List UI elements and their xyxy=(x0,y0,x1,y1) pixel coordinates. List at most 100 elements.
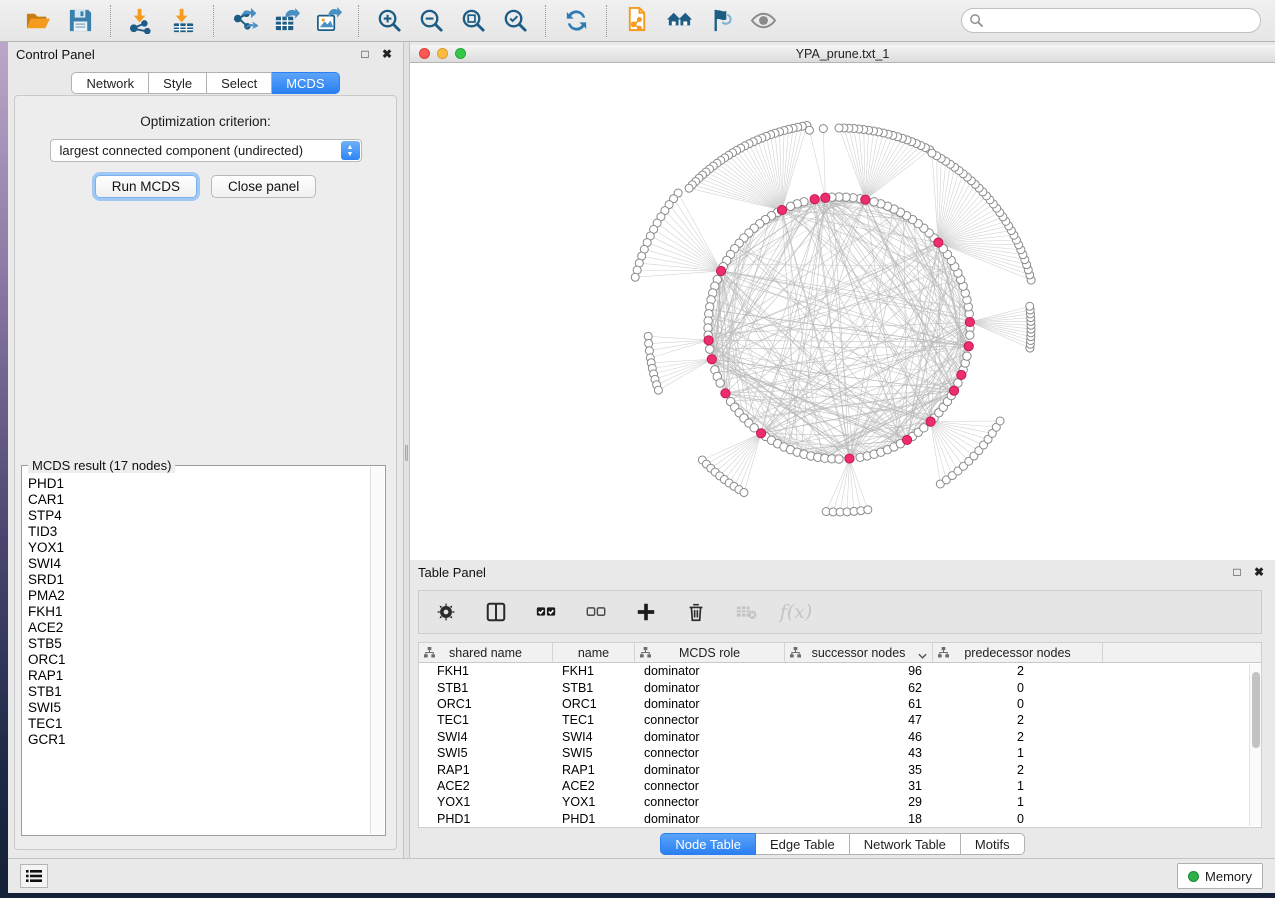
table-row[interactable]: SWI5SWI5connector431 xyxy=(419,745,1261,761)
float-table-panel-icon[interactable]: □ xyxy=(1229,564,1245,580)
cell-mcds_role[interactable]: dominator xyxy=(635,696,785,712)
network-node[interactable] xyxy=(805,126,813,134)
cell-name[interactable]: SWI4 xyxy=(553,729,635,745)
cell-predecessor_nodes[interactable]: 0 xyxy=(933,696,1103,712)
table-row[interactable]: PHD1PHD1dominator180 xyxy=(419,811,1261,827)
network-node[interactable] xyxy=(835,124,843,132)
tab-edge-table[interactable]: Edge Table xyxy=(756,833,850,855)
cell-name[interactable]: YOX1 xyxy=(553,794,635,810)
criterion-select[interactable]: largest connected component (undirected)… xyxy=(50,139,362,162)
mcds-hub-node[interactable] xyxy=(934,238,943,247)
cell-shared_name[interactable]: YOX1 xyxy=(419,794,553,810)
cell-successor_nodes[interactable]: 43 xyxy=(785,745,933,761)
memory-button[interactable]: Memory xyxy=(1177,863,1263,889)
table-row[interactable]: RAP1RAP1dominator352 xyxy=(419,761,1261,777)
mcds-result-item[interactable]: PHD1 xyxy=(28,476,369,492)
splitter-grip-icon[interactable] xyxy=(405,445,408,461)
cell-successor_nodes[interactable]: 62 xyxy=(785,679,933,695)
mcds-result-item[interactable]: GCR1 xyxy=(28,732,369,748)
cell-successor_nodes[interactable]: 96 xyxy=(785,663,933,679)
mcds-result-item[interactable]: STP4 xyxy=(28,508,369,524)
mcds-result-item[interactable]: SWI5 xyxy=(28,700,369,716)
houses-icon[interactable] xyxy=(661,4,697,38)
mcds-hub-node[interactable] xyxy=(777,205,786,214)
deselect-all-checkboxes-icon[interactable] xyxy=(581,597,611,627)
cell-predecessor_nodes[interactable]: 1 xyxy=(933,745,1103,761)
network-node[interactable] xyxy=(706,345,714,353)
cell-mcds_role[interactable]: dominator xyxy=(635,729,785,745)
cell-name[interactable]: SWI5 xyxy=(553,745,635,761)
open-session-icon[interactable] xyxy=(20,4,56,38)
table-row[interactable]: ORC1ORC1dominator610 xyxy=(419,696,1261,712)
table-row[interactable]: STB1STB1dominator620 xyxy=(419,679,1261,695)
cell-predecessor_nodes[interactable]: 2 xyxy=(933,729,1103,745)
mcds-hub-node[interactable] xyxy=(949,386,958,395)
cell-mcds_role[interactable]: dominator xyxy=(635,811,785,827)
column-header-predecessor-nodes[interactable]: predecessor nodes xyxy=(933,643,1103,662)
mcds-hub-node[interactable] xyxy=(845,454,854,463)
cell-name[interactable]: ORC1 xyxy=(553,696,635,712)
mcds-result-item[interactable]: PMA2 xyxy=(28,588,369,604)
network-search-input[interactable] xyxy=(961,8,1261,33)
mcds-result-item[interactable]: STB5 xyxy=(28,636,369,652)
cell-name[interactable]: PHD1 xyxy=(553,811,635,827)
table-vertical-scrollbar[interactable] xyxy=(1249,664,1261,826)
export-image-icon[interactable] xyxy=(310,4,346,38)
import-network-icon[interactable] xyxy=(123,4,159,38)
flag-icon[interactable] xyxy=(703,4,739,38)
network-node[interactable] xyxy=(864,506,872,514)
cell-name[interactable]: ACE2 xyxy=(553,778,635,794)
network-canvas[interactable] xyxy=(410,63,1275,560)
network-node[interactable] xyxy=(631,273,639,281)
cell-shared_name[interactable]: FKH1 xyxy=(419,663,553,679)
network-node[interactable] xyxy=(716,379,724,387)
mcds-hub-node[interactable] xyxy=(965,317,974,326)
network-node[interactable] xyxy=(996,417,1004,425)
mcds-result-item[interactable]: RAP1 xyxy=(28,668,369,684)
cell-mcds_role[interactable]: dominator xyxy=(635,761,785,777)
close-panel-button[interactable]: Close panel xyxy=(211,175,316,198)
zoom-selected-icon[interactable] xyxy=(497,4,533,38)
table-row[interactable]: YOX1YOX1connector291 xyxy=(419,794,1261,810)
mcds-hub-node[interactable] xyxy=(821,193,830,202)
cell-shared_name[interactable]: TEC1 xyxy=(419,712,553,728)
close-table-panel-icon[interactable]: ✖ xyxy=(1251,564,1267,580)
mcds-hub-node[interactable] xyxy=(756,429,765,438)
mcds-result-item[interactable]: ORC1 xyxy=(28,652,369,668)
cell-mcds_role[interactable]: connector xyxy=(635,794,785,810)
mcds-result-item[interactable]: YOX1 xyxy=(28,540,369,556)
cell-predecessor_nodes[interactable]: 0 xyxy=(933,679,1103,695)
zoom-fit-icon[interactable] xyxy=(455,4,491,38)
cell-mcds_role[interactable]: connector xyxy=(635,712,785,728)
new-network-from-selection-icon[interactable] xyxy=(619,4,655,38)
mcds-result-item[interactable]: STB1 xyxy=(28,684,369,700)
mcds-result-scrollbar[interactable] xyxy=(370,467,384,834)
columns-icon[interactable] xyxy=(481,597,511,627)
zoom-in-icon[interactable] xyxy=(371,4,407,38)
tab-network-table[interactable]: Network Table xyxy=(850,833,961,855)
mcds-hub-node[interactable] xyxy=(716,266,725,275)
close-panel-icon[interactable]: ✖ xyxy=(379,46,395,62)
network-node[interactable] xyxy=(654,386,662,394)
mcds-hub-node[interactable] xyxy=(957,370,966,379)
tab-node-table[interactable]: Node Table xyxy=(660,833,756,855)
network-node[interactable] xyxy=(819,125,827,133)
network-node[interactable] xyxy=(786,202,794,210)
tab-motifs[interactable]: Motifs xyxy=(961,833,1025,855)
column-header-successor-nodes[interactable]: successor nodes xyxy=(785,643,933,662)
cell-name[interactable]: STB1 xyxy=(553,679,635,695)
gear-icon[interactable] xyxy=(431,597,461,627)
cell-name[interactable]: FKH1 xyxy=(553,663,635,679)
mcds-hub-node[interactable] xyxy=(707,355,716,364)
cell-successor_nodes[interactable]: 18 xyxy=(785,811,933,827)
cell-shared_name[interactable]: RAP1 xyxy=(419,761,553,777)
mcds-result-item[interactable]: SRD1 xyxy=(28,572,369,588)
cell-shared_name[interactable]: ORC1 xyxy=(419,696,553,712)
mcds-hub-node[interactable] xyxy=(861,195,870,204)
save-session-icon[interactable] xyxy=(62,4,98,38)
cell-name[interactable]: TEC1 xyxy=(553,712,635,728)
network-node[interactable] xyxy=(966,331,974,339)
column-header-name[interactable]: name xyxy=(553,643,635,662)
tab-style[interactable]: Style xyxy=(149,72,207,94)
float-panel-icon[interactable]: □ xyxy=(357,46,373,62)
